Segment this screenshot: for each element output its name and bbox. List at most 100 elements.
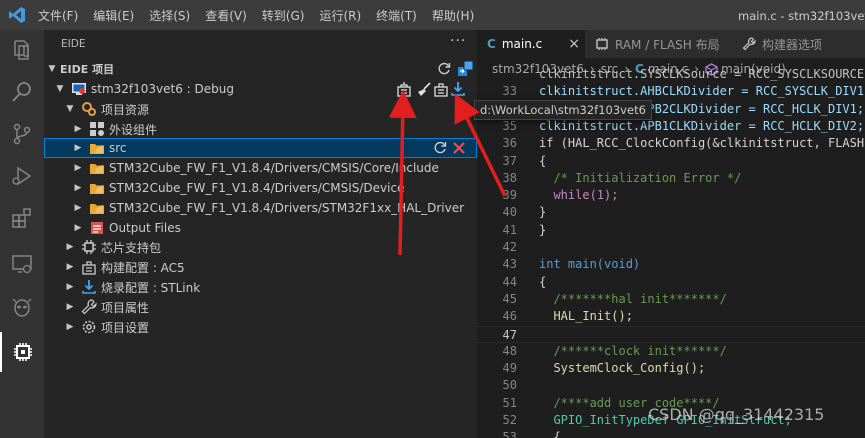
switch-project-icon[interactable] — [457, 60, 474, 77]
extensions-icon[interactable] — [0, 198, 44, 238]
source-control-icon[interactable] — [0, 114, 44, 154]
eide-chip-icon[interactable] — [0, 332, 44, 372]
build-config-icon — [82, 261, 96, 275]
activity-bar — [0, 30, 44, 438]
refresh-icon[interactable] — [432, 140, 448, 156]
download-flash-icon — [82, 280, 96, 294]
sidebar-header: EIDE — [61, 38, 86, 50]
project-attributes-node[interactable]: ▶ 项目属性 — [44, 297, 477, 317]
chevron-right-icon: ▶ — [74, 124, 82, 134]
build-config-node[interactable]: ▶ 构建配置 : AC5 — [44, 257, 477, 277]
code-text: clkinitstruct.SYSCLKSource = RCC_SYSCLKS… — [539, 67, 865, 81]
code-editor[interactable]: clkinitstruct.SYSCLKSource = RCC_SYSCLKS… — [477, 66, 865, 438]
download-flash-icon[interactable] — [450, 81, 466, 97]
menu-go[interactable]: 转到(G) — [262, 7, 305, 24]
project-attributes-label: 项目属性 — [101, 300, 150, 315]
line-number: 47 — [502, 327, 517, 342]
build-icon[interactable] — [396, 81, 412, 97]
chevron-right-icon: ▶ — [74, 183, 82, 193]
output-files-node[interactable]: ▶ Output Files — [44, 218, 477, 238]
refresh-icon[interactable] — [436, 61, 452, 77]
line-number: 39 — [502, 188, 517, 203]
resources-gear-icon — [82, 102, 96, 116]
code-line: 53 { — [477, 429, 865, 438]
close-icon[interactable]: × — [568, 36, 580, 52]
chip-support-node[interactable]: ▶ 芯片支持包 — [44, 237, 477, 257]
flash-config-node[interactable]: ▶ 烧录配置 : STLink — [44, 277, 477, 297]
line-number: 45 — [502, 291, 517, 306]
editor-tabs: C main.c × RAM / FLASH 布局 构建器选项 — [477, 30, 865, 58]
src-label: src — [109, 141, 127, 155]
line-number: 44 — [502, 274, 517, 289]
folder-node-cmsis-core[interactable]: ▶ STM32Cube_FW_F1_V1.8.4/Drivers/CMSIS/C… — [44, 158, 477, 178]
project-resources-node[interactable]: ▼ 项目资源 — [44, 99, 477, 119]
code-text: } — [539, 222, 547, 237]
code-line: 37 { — [477, 153, 865, 170]
chevron-right-icon: ▶ — [66, 282, 74, 292]
menu-file[interactable]: 文件(F) — [38, 7, 78, 24]
code-line: clkinitstruct.SYSCLKSource = RCC_SYSCLKS… — [477, 66, 865, 83]
project-monitor-icon — [72, 83, 86, 95]
code-line: 41} — [477, 222, 865, 239]
menu-view[interactable]: 查看(V) — [205, 7, 247, 24]
wrench-icon — [81, 299, 97, 315]
section-eide-project[interactable]: ▼ EIDE 项目 — [44, 59, 477, 79]
more-actions-icon[interactable]: ··· — [450, 33, 466, 49]
tab-builder-options[interactable]: 构建器选项 — [732, 30, 865, 58]
section-title: EIDE 项目 — [60, 63, 115, 76]
menu-terminal[interactable]: 终端(T) — [376, 7, 417, 24]
peripherals-icon — [90, 122, 104, 136]
folder-node-hal-driver[interactable]: ▶ STM32Cube_FW_F1_V1.8.4/Drivers/STM32F1… — [44, 198, 477, 218]
menu-edit[interactable]: 编辑(E) — [93, 7, 134, 24]
code-line: 38 /* Initialization Error */ — [477, 170, 865, 187]
flash-config-label: 烧录配置 : STLink — [101, 280, 201, 295]
folder-label: STM32Cube_FW_F1_V1.8.4/Drivers/STM32F1xx… — [109, 201, 465, 215]
line-number: 33 — [502, 84, 517, 99]
code-text: clkinitstruct.APB1CLKDivider = RCC_HCLK_… — [539, 118, 865, 133]
peripherals-node[interactable]: ▶ 外设组件 — [44, 119, 477, 139]
editor-area: C main.c × RAM / FLASH 布局 构建器选项 stm32f10… — [477, 30, 865, 438]
search-icon[interactable] — [0, 72, 44, 112]
output-files-icon — [91, 222, 103, 234]
code-text: { — [539, 274, 547, 289]
code-line: 40} — [477, 204, 865, 221]
src-folder-node[interactable]: ▶ src — [44, 138, 477, 158]
remove-icon[interactable] — [452, 141, 466, 155]
code-text: SystemClock_Config(); — [539, 361, 706, 376]
wrench-icon — [742, 37, 756, 51]
explorer-icon[interactable] — [0, 30, 44, 70]
project-label: stm32f103vet6 : Debug — [91, 82, 235, 96]
code-line: 44 { — [477, 274, 865, 291]
memory-chip-icon — [596, 38, 608, 50]
code-line: 35 clkinitstruct.APB1CLKDivider = RCC_HCL… — [477, 118, 865, 135]
chevron-right-icon: ▶ — [74, 223, 82, 233]
tab-label: RAM / FLASH 布局 — [615, 37, 720, 52]
menu-run[interactable]: 运行(R) — [319, 7, 361, 24]
code-line: 42 — [477, 239, 865, 256]
tab-label: main.c — [501, 37, 543, 51]
rebuild-icon[interactable] — [433, 81, 449, 97]
tab-main-c[interactable]: C main.c × — [477, 30, 585, 58]
chevron-down-icon: ▼ — [48, 64, 56, 74]
line-number: 36 — [502, 136, 517, 151]
folder-icon — [90, 184, 104, 194]
code-line: 45 /*******hal init*******/ — [477, 291, 865, 308]
chevron-right-icon: ▶ — [74, 163, 82, 173]
remote-explorer-icon[interactable] — [0, 244, 44, 284]
watermark: CSDN @qq_31442315 — [648, 405, 825, 424]
clean-broom-icon[interactable] — [416, 81, 432, 97]
chevron-right-icon: ▶ — [66, 302, 74, 312]
folder-label: STM32Cube_FW_F1_V1.8.4/Drivers/CMSIS/Dev… — [109, 181, 405, 195]
menu-help[interactable]: 帮助(H) — [432, 7, 474, 24]
project-settings-node[interactable]: ▶ 项目设置 — [44, 317, 477, 337]
line-number: 42 — [502, 240, 517, 254]
project-node[interactable]: ▼ stm32f103vet6 : Debug — [44, 79, 477, 99]
alien-icon[interactable] — [0, 288, 44, 328]
code-text: /* Initialization Error */ — [539, 170, 742, 185]
line-number: 38 — [502, 170, 517, 185]
menu-selection[interactable]: 选择(S) — [149, 7, 190, 24]
code-text: clkinitstruct.AHBCLKDivider = RCC_SYSCLK… — [539, 84, 865, 99]
tab-ram-flash-layout[interactable]: RAM / FLASH 布局 — [585, 30, 732, 58]
folder-node-cmsis-device[interactable]: ▶ STM32Cube_FW_F1_V1.8.4/Drivers/CMSIS/D… — [44, 178, 477, 198]
run-debug-icon[interactable] — [0, 156, 44, 196]
